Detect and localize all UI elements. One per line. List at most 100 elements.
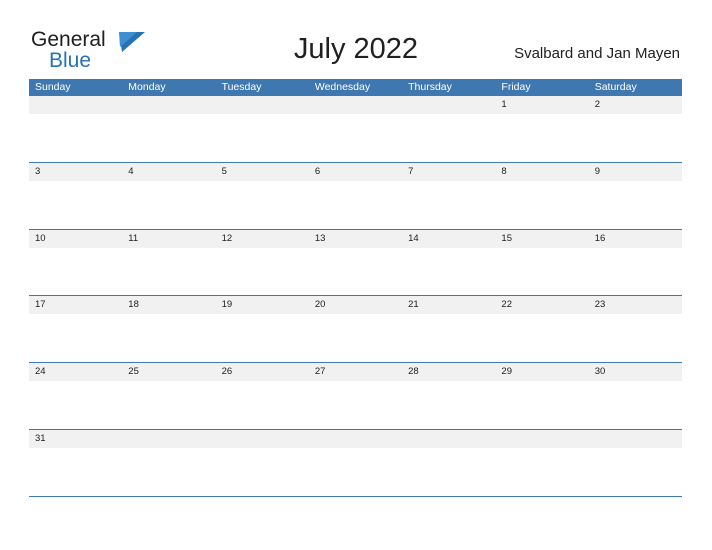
calendar-day-cell[interactable]: 16: [588, 229, 682, 296]
day-number: 18: [128, 299, 139, 311]
calendar-day-cell[interactable]: 8: [495, 162, 589, 229]
dow-tuesday: Tuesday: [221, 81, 262, 93]
calendar-day-cell[interactable]: 17: [29, 296, 123, 362]
calendar-day-cell[interactable]: 2: [588, 96, 682, 162]
calendar-day-cell[interactable]: 21: [402, 296, 496, 362]
cell-shade: [402, 162, 496, 181]
dow-sunday: Sunday: [35, 81, 71, 93]
dow-thursday: Thursday: [408, 81, 452, 93]
day-number: 25: [128, 366, 139, 378]
day-number: 4: [128, 165, 134, 177]
day-number: 27: [314, 366, 326, 378]
dow-monday: Monday: [128, 81, 166, 93]
cell-shade: [588, 429, 682, 448]
cell-shade: [495, 96, 589, 114]
calendar-day-cell[interactable]: 12: [215, 229, 309, 296]
calendar-day-cell[interactable]: [588, 429, 682, 496]
calendar-day-cell[interactable]: 25: [122, 363, 216, 429]
calendar-day-cell[interactable]: 19: [215, 296, 309, 362]
calendar-day-cell[interactable]: 15: [495, 229, 589, 296]
calendar-day-cell[interactable]: 22: [495, 296, 589, 362]
calendar-day-cell[interactable]: 18: [122, 296, 216, 362]
calendar-day-cell[interactable]: 6: [308, 162, 403, 229]
calendar-page: General Blue July 2022 Svalbard and Jan …: [0, 0, 712, 550]
calendar-day-cell[interactable]: 9: [588, 162, 682, 229]
calendar-day-cell[interactable]: 28: [402, 363, 496, 429]
day-number: 20: [314, 299, 326, 311]
cell-shade: [122, 162, 216, 181]
day-number: 19: [221, 299, 233, 311]
day-number: 14: [408, 232, 419, 244]
cell-shade: [215, 162, 309, 181]
day-number: 5: [221, 165, 227, 177]
calendar-day-cell[interactable]: 13: [308, 229, 403, 296]
calendar-day-cell[interactable]: [122, 96, 216, 162]
day-number: 28: [408, 366, 419, 378]
cell-shade: [402, 96, 496, 114]
region-label: Svalbard and Jan Mayen: [514, 45, 680, 62]
calendar-day-cell[interactable]: 14: [402, 229, 496, 296]
day-number: 16: [594, 232, 606, 244]
calendar-week-row: 1 2: [29, 96, 682, 163]
day-number: 6: [314, 165, 321, 177]
day-number: 31: [35, 432, 46, 444]
day-number: 26: [221, 366, 233, 378]
calendar-day-cell[interactable]: 27: [308, 363, 403, 429]
calendar-day-cell[interactable]: 26: [215, 363, 309, 429]
day-number: 7: [408, 165, 414, 177]
day-number: 3: [35, 165, 41, 177]
calendar-day-cell[interactable]: 1: [495, 96, 589, 162]
calendar-day-cell[interactable]: 10: [29, 229, 123, 296]
calendar-day-cell[interactable]: [402, 429, 496, 496]
day-number: 9: [594, 165, 600, 177]
dow-wednesday: Wednesday: [314, 81, 371, 93]
day-number: 2: [594, 99, 600, 110]
day-of-week-header-row: Sunday Monday Tuesday Wednesday Thursday…: [29, 79, 682, 96]
cell-shade: [122, 429, 216, 448]
cell-shade: [308, 96, 403, 114]
calendar-week-row: 10 11 12 13 14 15 16: [29, 229, 682, 297]
day-number: 23: [594, 299, 606, 311]
calendar-week-row: 31: [29, 429, 682, 497]
cell-shade: [308, 162, 403, 181]
cell-shade: [495, 162, 589, 181]
calendar-week-row: 17 18 19 20 21 22 23: [29, 296, 682, 364]
calendar-day-cell[interactable]: 31: [29, 429, 123, 496]
calendar-day-cell[interactable]: [308, 429, 403, 496]
cell-shade: [215, 429, 309, 448]
calendar-day-cell[interactable]: [215, 96, 309, 162]
calendar-day-cell[interactable]: 4: [122, 162, 216, 229]
calendar-day-cell[interactable]: 20: [308, 296, 403, 362]
cell-shade: [495, 429, 589, 448]
day-number: 17: [35, 299, 46, 311]
cell-shade: [122, 96, 216, 114]
calendar-day-cell[interactable]: [122, 429, 216, 496]
calendar-day-cell[interactable]: 7: [402, 162, 496, 229]
calendar-day-cell[interactable]: 24: [29, 363, 123, 429]
calendar-day-cell[interactable]: [402, 96, 496, 162]
day-number: 15: [501, 232, 512, 244]
page-header: General Blue July 2022 Svalbard and Jan …: [0, 0, 712, 78]
day-number: 11: [128, 232, 139, 244]
calendar-day-cell[interactable]: [495, 429, 589, 496]
calendar-day-cell[interactable]: 29: [495, 363, 589, 429]
calendar-day-cell[interactable]: 11: [122, 229, 216, 296]
cell-shade: [308, 429, 403, 448]
day-number: 13: [314, 232, 326, 244]
day-number: 8: [501, 165, 507, 177]
cell-shade: [215, 96, 309, 114]
dow-friday: Friday: [501, 81, 531, 93]
day-number: 10: [35, 232, 46, 244]
calendar-day-cell[interactable]: [215, 429, 309, 496]
day-number: 30: [594, 366, 606, 378]
calendar-day-cell[interactable]: 30: [588, 363, 682, 429]
day-number: 29: [501, 366, 512, 378]
calendar-day-cell[interactable]: [308, 96, 403, 162]
day-number: 22: [501, 299, 512, 311]
cell-shade: [29, 96, 123, 114]
calendar-day-cell[interactable]: 3: [29, 162, 123, 229]
calendar-day-cell[interactable]: 23: [588, 296, 682, 362]
dow-saturday: Saturday: [594, 81, 637, 93]
calendar-day-cell[interactable]: 5: [215, 162, 309, 229]
calendar-day-cell[interactable]: [29, 96, 123, 162]
